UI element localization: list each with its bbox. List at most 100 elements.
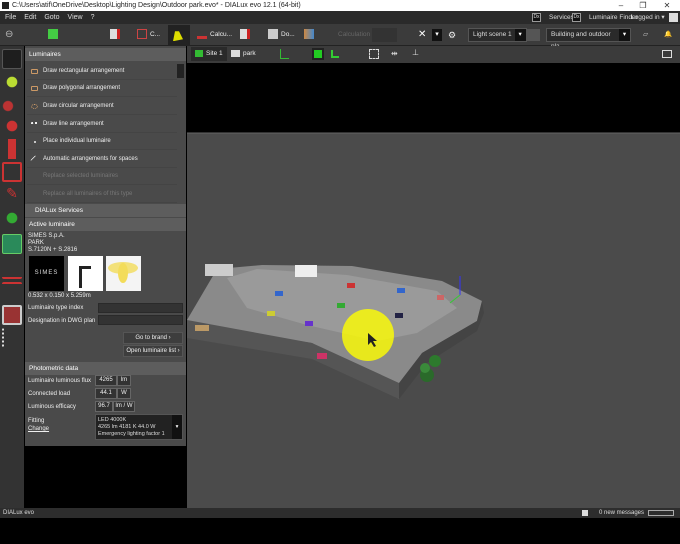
light-tool-icon[interactable]	[2, 139, 22, 159]
open-list-label: Open luminaire list	[126, 348, 176, 354]
luminaire-tools-icon[interactable]	[2, 94, 22, 114]
construction-button[interactable]: C...	[137, 27, 160, 43]
restore-button[interactable]: ❐	[632, 0, 654, 11]
delete-icon[interactable]: ✕	[418, 27, 426, 43]
room-tool-icon[interactable]	[2, 162, 22, 182]
dialux-services-header[interactable]: DIALux Services	[25, 204, 186, 217]
type-index-input[interactable]	[98, 303, 183, 313]
emergency-light-icon[interactable]	[2, 234, 22, 254]
3d-view-button[interactable]	[312, 48, 324, 60]
draw-polygonal-arrangement[interactable]: Draw polygonal arrangement	[27, 80, 177, 97]
menu-view[interactable]: View	[68, 14, 83, 21]
flux-label: Luminaire luminous flux	[28, 378, 92, 384]
circle-arrangement-icon	[31, 104, 38, 109]
import-icon[interactable]	[110, 27, 123, 43]
efficacy-value: 96.7	[95, 401, 113, 412]
brand-logo-image: SIMES	[29, 256, 64, 291]
replace-selected-luminaires[interactable]: Replace selected luminaires	[27, 168, 177, 185]
menu-edit[interactable]: Edit	[24, 14, 36, 21]
replace-all-luminaires[interactable]: Replace all luminaires of this type	[27, 186, 177, 203]
sky-band	[187, 63, 680, 133]
save-icon[interactable]	[48, 27, 61, 43]
back-icon[interactable]: ⊖	[5, 27, 13, 43]
item-label: Draw rectangular arrangement	[43, 68, 125, 74]
go-to-brand-button[interactable]: Go to brand ›	[123, 332, 183, 344]
luminaires-tool-icon[interactable]	[2, 49, 22, 69]
wrench-icon[interactable]: ✎	[2, 185, 22, 205]
documentation-button[interactable]: Do...	[268, 27, 295, 43]
luminaires-header: Luminaires	[25, 48, 186, 61]
leaf-icon[interactable]	[2, 208, 22, 228]
view-toolbar: Site 1 park ⇹ ⊥	[187, 46, 680, 63]
overview-icon[interactable]	[304, 27, 317, 43]
title-bar: C:\Users\atif\OneDrive\Desktop\Lighting …	[0, 0, 680, 11]
park-tab[interactable]: park	[231, 47, 256, 61]
panel-scrollbar[interactable]	[177, 64, 184, 78]
dwg-designation-input[interactable]	[98, 315, 183, 325]
scene-options-icon[interactable]	[526, 29, 540, 41]
fitting-line: 4265 lm 4181 K 44.0 W	[98, 424, 156, 430]
scene-canvas	[187, 63, 680, 399]
item-label: Draw circular arrangement	[43, 103, 114, 109]
draw-circular-arrangement[interactable]: Draw circular arrangement	[27, 98, 177, 115]
fitting-line: LED 4000K	[98, 417, 127, 423]
settings-gear-icon[interactable]: ⚙	[448, 27, 456, 43]
luminaires-mode-button[interactable]	[168, 25, 190, 45]
menu-help[interactable]: ?	[91, 14, 95, 21]
minimize-button[interactable]: –	[610, 0, 632, 11]
export-icon[interactable]	[240, 27, 253, 43]
site-tab[interactable]: Site 1	[191, 47, 227, 61]
light-scene-dropdown[interactable]: Light scene 1	[468, 28, 527, 42]
hierarchy-icon[interactable]	[2, 328, 22, 348]
messages-count[interactable]: 0 new messages	[599, 508, 644, 518]
luminaire-finder-button[interactable]: Dx Luminaire Finder	[567, 12, 641, 23]
fitting-line: Emergency lighting factor 1	[98, 431, 165, 437]
building-icon	[231, 49, 240, 57]
monitor-icon[interactable]	[662, 50, 672, 58]
rectangle-arrangement-icon	[31, 69, 38, 74]
open-luminaire-list-button[interactable]: Open luminaire list ›	[123, 345, 183, 357]
delete-dropdown-icon[interactable]: ▾	[432, 29, 442, 41]
storey-icon[interactable]	[280, 49, 289, 59]
calculation-label: Calcu...	[210, 31, 233, 38]
window-tool-icon[interactable]	[2, 305, 22, 325]
calculation-button[interactable]: Calcu...	[197, 27, 232, 43]
calc-dropdown[interactable]	[372, 28, 397, 42]
light-colour-icon[interactable]	[2, 116, 22, 136]
zoom-extents-icon[interactable]	[369, 49, 379, 59]
manufacturer: SIMES S.p.A.	[28, 233, 65, 239]
plan-view-icon[interactable]	[331, 50, 339, 58]
view-mode-dropdown[interactable]: Building and outdoor pla...	[546, 28, 631, 50]
logged-in-menu[interactable]: Logged in ▾	[631, 12, 665, 23]
polygon-arrangement-icon	[31, 86, 38, 91]
place-individual-luminaire[interactable]: Place individual luminaire	[27, 133, 177, 150]
luminaire-graph-icon[interactable]	[2, 259, 22, 279]
close-button[interactable]: ✕	[656, 0, 678, 11]
light-bulb-icon[interactable]	[2, 72, 22, 92]
load-label: Connected load	[28, 391, 71, 397]
fitting-dropdown-icon[interactable]: ▾	[172, 415, 182, 439]
calculation-objects-label: Calculation	[338, 31, 371, 38]
notification-bell-icon[interactable]: 🔔	[664, 27, 672, 43]
luminaire-plan-icon[interactable]	[2, 282, 22, 302]
flux-value: 4265	[95, 375, 117, 386]
measure-icon[interactable]: ⇹	[391, 49, 398, 58]
flux-unit: lm	[117, 375, 131, 386]
luminaire-dimensions: 0.532 x 0.150 x 5.259m	[28, 293, 91, 299]
magic-wand-icon	[30, 155, 39, 164]
floor-plane-icon[interactable]: ▱	[643, 27, 648, 43]
automatic-arrangements[interactable]: Automatic arrangements for spaces	[27, 151, 177, 168]
change-fitting-link[interactable]: Change	[28, 426, 49, 432]
dimension-icon[interactable]: ⊥	[412, 48, 419, 57]
draw-rectangular-arrangement[interactable]: Draw rectangular arrangement	[27, 63, 177, 80]
load-unit: W	[117, 388, 131, 399]
go-to-brand-label: Go to brand	[135, 335, 167, 341]
draw-line-arrangement[interactable]: Draw line arrangement	[27, 116, 177, 133]
load-value: 44.1	[95, 388, 117, 399]
3d-viewport[interactable]	[187, 63, 680, 508]
menu-file[interactable]: File	[5, 14, 16, 21]
menu-goto[interactable]: Goto	[44, 14, 59, 21]
user-avatar-icon[interactable]	[669, 13, 678, 22]
fitting-select[interactable]: LED 4000K 4265 lm 4181 K 44.0 W Emergenc…	[95, 414, 183, 440]
article-number: S.7120N + S.2816	[28, 247, 78, 253]
